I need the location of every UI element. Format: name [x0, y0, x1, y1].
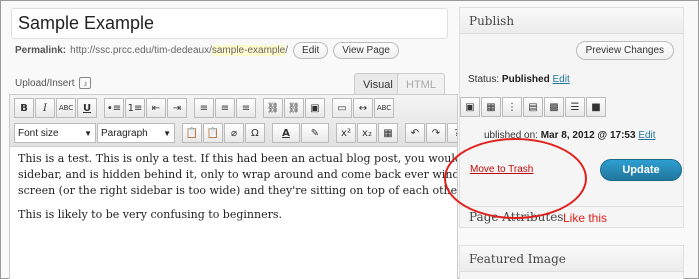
overflow-toolbar: ▣ ▦ ⋮ ▤ ▩ ☰ ■ — [460, 97, 606, 120]
permalink-base-url: http://ssc.prcc.edu/tim-dedeaux/ — [70, 44, 212, 56]
content-paragraph-2: This is likely to be very confusing to b… — [18, 208, 282, 221]
update-button[interactable]: Update — [600, 159, 682, 181]
status-label: Status: — [468, 74, 500, 85]
permalink-bar: Permalink: http://ssc.prcc.edu/tim-dedea… — [15, 41, 399, 59]
featured-image-box: Featured Image — [459, 245, 684, 279]
align-right-icon[interactable]: ≡ — [236, 98, 256, 118]
published-date: Mar 8, 2012 @ 17:53 — [540, 130, 636, 141]
italic-button[interactable]: I — [35, 98, 55, 118]
paste-text-icon[interactable]: 📋 — [182, 123, 202, 143]
columns-icon[interactable]: ☰ — [565, 97, 585, 117]
chevron-down-icon: ▼ — [84, 128, 92, 138]
insert-row-icon[interactable]: ▤ — [523, 97, 543, 117]
add-media-icon[interactable]: ♪ — [79, 77, 92, 89]
insert-link-icon[interactable]: ⛓ — [263, 98, 283, 118]
published-edit-link[interactable]: Edit — [638, 130, 655, 141]
annotation-text: Like this — [563, 211, 608, 225]
align-center-icon[interactable]: ≡ — [215, 98, 235, 118]
strikethrough-button[interactable]: ABC — [56, 98, 76, 118]
published-label: ublished on: — [484, 130, 538, 141]
format-label: Paragraph — [101, 127, 148, 139]
fullscreen-icon[interactable]: ▣ — [460, 97, 480, 117]
move-to-trash-link[interactable]: Move to Trash — [470, 164, 533, 175]
post-title-input[interactable] — [11, 8, 448, 39]
publish-box: Publish Preview Changes Status: Publishe… — [459, 7, 684, 226]
content-paragraph-1: This is a test. This is only a test. If … — [18, 152, 458, 197]
page-break-icon[interactable]: ↔ — [353, 98, 373, 118]
tab-html[interactable]: HTML — [397, 73, 445, 95]
special-character-icon[interactable]: Ω — [245, 123, 265, 143]
spellcheck-icon[interactable]: ABC — [374, 98, 394, 118]
published-on: ublished on: Mar 8, 2012 @ 17:53 Edit — [484, 130, 656, 141]
status-value: Published — [501, 74, 550, 85]
toolbar-row-2: Font size ▼ Paragraph ▼ 📋 📋 ⌀ Ω A ✎ x² x₂ … — [14, 123, 457, 143]
bold-button[interactable]: B — [14, 98, 34, 118]
upload-insert-label: Upload/Insert — [15, 77, 75, 89]
cells-icon[interactable]: ■ — [586, 97, 606, 117]
gallery-icon[interactable]: ▩ — [544, 97, 564, 117]
grid-icon[interactable]: ⋮ — [502, 97, 522, 117]
permalink-label: Permalink: — [15, 44, 67, 56]
align-left-icon[interactable]: ≡ — [194, 98, 214, 118]
numbered-list-icon[interactable]: 1≡ — [125, 98, 145, 118]
highlight-color-icon[interactable]: ✎ — [301, 123, 329, 143]
subscript-icon[interactable]: x₂ — [357, 123, 377, 143]
permalink-trail: / — [285, 44, 289, 56]
font-size-label: Font size — [18, 127, 59, 139]
permalink-slug[interactable]: sample-example — [211, 44, 286, 56]
format-select[interactable]: Paragraph ▼ — [97, 123, 175, 143]
tab-visual[interactable]: Visual — [354, 73, 402, 95]
editor-body[interactable]: This is a test. This is only a test. If … — [10, 147, 458, 235]
status-edit-link[interactable]: Edit — [553, 74, 570, 85]
chevron-down-icon: ▼ — [163, 128, 171, 138]
clear-formatting-icon[interactable]: ⌀ — [224, 123, 244, 143]
paste-word-icon[interactable]: 📋 — [203, 123, 223, 143]
undo-icon[interactable]: ↶ — [405, 123, 425, 143]
superscript-icon[interactable]: x² — [336, 123, 356, 143]
preview-changes-button[interactable]: Preview Changes — [575, 41, 674, 60]
toolbar-row-1: B I ABC U •≡ 1≡ ⇤ ⇥ ≡ ≡ ≡ ⛓ ⛓ ▣ ▭ ↔ ABC — [14, 98, 394, 118]
font-size-select[interactable]: Font size ▼ — [14, 123, 96, 143]
view-page-button[interactable]: View Page — [333, 41, 399, 59]
editor-toolbar: B I ABC U •≡ 1≡ ⇤ ⇥ ≡ ≡ ≡ ⛓ ⛓ ▣ ▭ ↔ ABC … — [10, 95, 457, 147]
content-editor[interactable]: B I ABC U •≡ 1≡ ⇤ ⇥ ≡ ≡ ≡ ⛓ ⛓ ▣ ▭ ↔ ABC … — [9, 94, 458, 279]
status-line: Status: Published Edit — [468, 74, 570, 85]
upload-insert: Upload/Insert ♪ — [15, 77, 92, 89]
underline-button[interactable]: U — [77, 98, 97, 118]
table-icon[interactable]: ▦ — [481, 97, 501, 117]
insert-more-icon[interactable]: ▭ — [332, 98, 352, 118]
bullet-list-icon[interactable]: •≡ — [104, 98, 124, 118]
publish-box-title[interactable]: Publish — [460, 8, 683, 34]
sidebar: Publish Preview Changes Status: Publishe… — [459, 7, 684, 279]
featured-image-title[interactable]: Featured Image — [460, 246, 683, 272]
unlink-icon[interactable]: ⛓ — [284, 98, 304, 118]
media-icon[interactable]: ▦ — [378, 123, 398, 143]
insert-image-icon[interactable]: ▣ — [305, 98, 325, 118]
redo-icon[interactable]: ↷ — [426, 123, 446, 143]
edit-permalink-button[interactable]: Edit — [293, 41, 329, 59]
text-color-icon[interactable]: A — [272, 123, 300, 143]
help-icon[interactable]: ? — [447, 123, 457, 143]
indent-icon[interactable]: ⇥ — [167, 98, 187, 118]
outdent-icon[interactable]: ⇤ — [146, 98, 166, 118]
